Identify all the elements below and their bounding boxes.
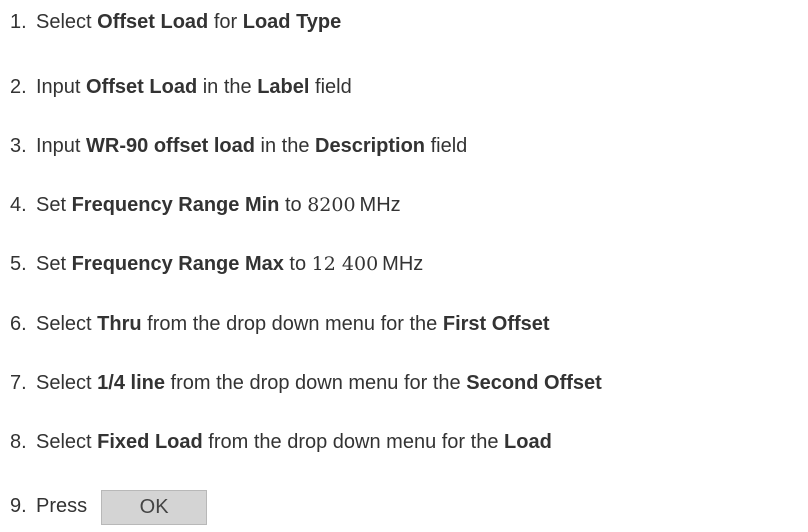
step-text: from the drop down menu for the [141, 313, 443, 335]
step-keyword: Offset Load [97, 11, 209, 33]
step-text: Set [36, 253, 72, 275]
step-text: to [283, 253, 312, 275]
step-9: 9. Press OK [10, 489, 208, 525]
step-text: to [279, 194, 308, 216]
step-number: 2. [10, 76, 27, 98]
step-text: Select [36, 313, 98, 335]
step-number: 6. [10, 313, 27, 335]
step-text: Input [36, 76, 87, 98]
step-number: 9. [10, 494, 27, 517]
step-number: 7. [10, 372, 27, 394]
step-7: 7. Select 1/4 line from the drop down men… [10, 368, 602, 398]
step-keyword: Second Offset [466, 372, 602, 394]
step-3: 3. Input WR-90 offset load in the Descrip… [10, 131, 467, 161]
step-keyword: Description [315, 135, 426, 157]
step-text: field [425, 135, 468, 157]
frequency-value: 8200 [307, 194, 356, 216]
step-text: for [208, 11, 243, 33]
step-keyword: Offset Load [86, 76, 198, 98]
step-number: 4. [10, 194, 27, 216]
step-text: field [309, 76, 352, 98]
step-number: 5. [10, 253, 27, 275]
step-4: 4. Set Frequency Range Min to 8200 MHz [10, 190, 401, 220]
frequency-value: 12 400 [311, 253, 379, 275]
step-keyword: Frequency Range Max [71, 253, 284, 275]
step-text: from the drop down menu for the [164, 372, 467, 394]
step-keyword: Frequency Range Min [71, 194, 280, 216]
frequency-unit: MHz [382, 253, 424, 275]
step-number: 1. [10, 11, 27, 33]
step-keyword: First Offset [442, 313, 550, 335]
step-text: Select [36, 431, 98, 453]
step-1: 1. Select Offset Load for Load Type [10, 7, 341, 37]
step-keyword: Load Type [242, 11, 342, 33]
step-number: 3. [10, 135, 27, 157]
step-5: 5. Set Frequency Range Max to 12 400 MHz [10, 249, 423, 279]
step-text: in the [197, 76, 258, 98]
step-text: from the drop down menu for the [202, 431, 505, 453]
step-text: Set [36, 194, 72, 216]
step-8: 8. Select Fixed Load from the drop down m… [10, 427, 552, 457]
step-keyword: WR-90 offset load [86, 135, 255, 157]
step-keyword: Fixed Load [97, 431, 203, 453]
ok-button[interactable]: OK [101, 490, 208, 525]
step-text: in the [254, 135, 315, 157]
step-6: 6. Select Thru from the drop down menu fo… [10, 309, 550, 339]
step-text: Select [36, 11, 98, 33]
step-text: Input [36, 135, 87, 157]
step-number: 8. [10, 431, 27, 453]
frequency-unit: MHz [359, 194, 401, 216]
step-text: Select [36, 372, 98, 394]
step-keyword: Load [504, 431, 552, 453]
step-keyword: Thru [97, 313, 142, 335]
step-text: Press [36, 494, 88, 517]
step-keyword: Label [257, 76, 310, 98]
step-2: 2. Input Offset Load in the Label field [10, 72, 352, 102]
step-keyword: 1/4 line [97, 372, 165, 394]
